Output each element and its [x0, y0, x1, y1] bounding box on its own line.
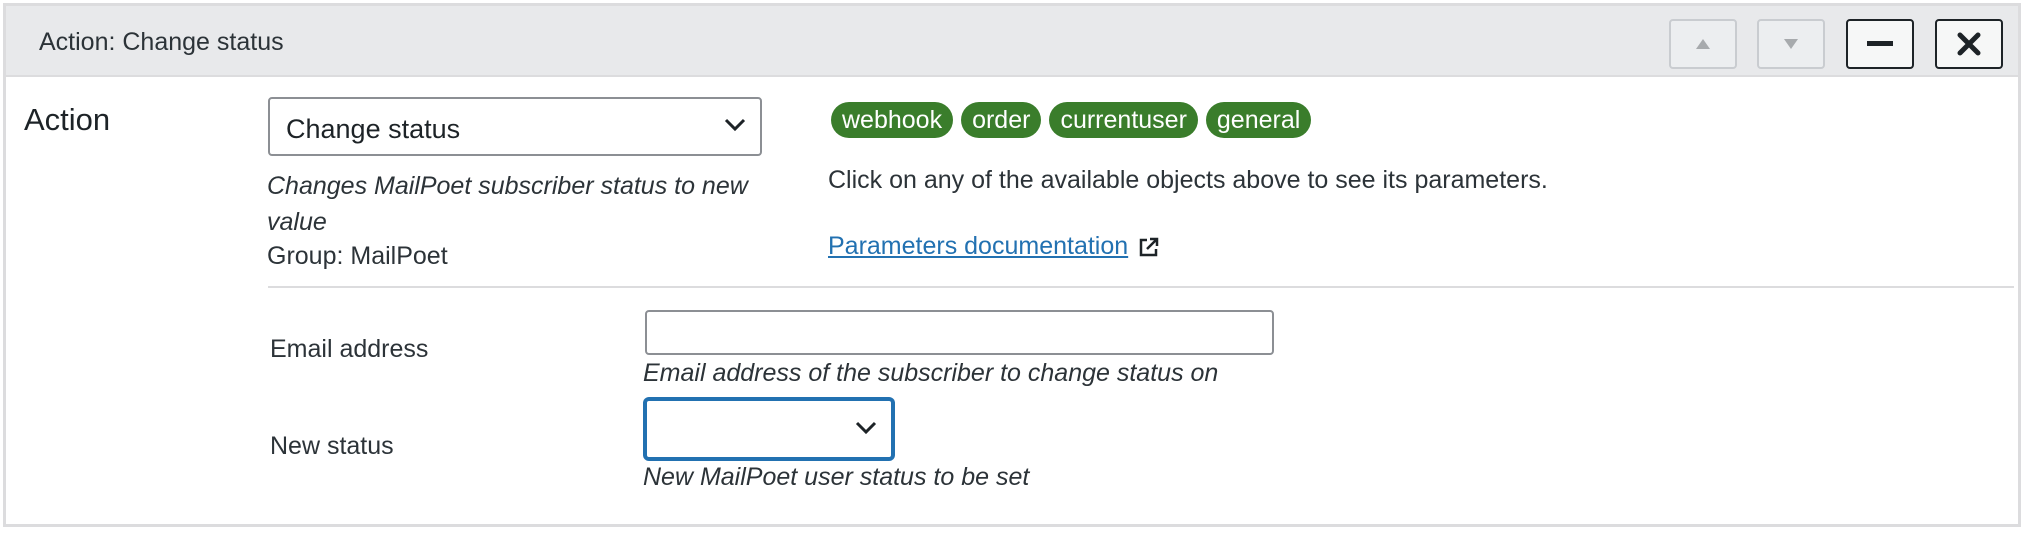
move-up-button[interactable] — [1669, 19, 1737, 69]
action-select-value: Change status — [286, 114, 461, 144]
action-group: Group: MailPoet — [267, 242, 448, 270]
email-field[interactable] — [645, 310, 1274, 355]
action-select[interactable]: Change status — [268, 97, 762, 156]
object-tags: webhook order currentuser general — [831, 102, 1312, 138]
move-down-button[interactable] — [1757, 19, 1825, 69]
external-link-icon — [1139, 237, 1159, 256]
close-icon — [1957, 32, 1981, 56]
divider — [268, 286, 2014, 288]
email-description: Email address of the subscriber to chang… — [643, 359, 1219, 387]
action-label: Action — [24, 102, 111, 137]
collapse-button[interactable] — [1846, 19, 1914, 69]
tag-currentuser[interactable]: currentuser — [1049, 102, 1198, 138]
panel-title: Action: Change status — [39, 28, 284, 56]
action-panel: Action: Change status Action Change stat… — [3, 3, 2021, 527]
triangle-down-icon — [1784, 39, 1798, 49]
doc-link-label: Parameters documentation — [828, 232, 1129, 260]
panel-header: Action: Change status — [6, 6, 2018, 77]
new-status-description: New MailPoet user status to be set — [643, 463, 1030, 491]
tag-general[interactable]: general — [1205, 102, 1312, 138]
triangle-up-icon — [1696, 39, 1710, 49]
chevron-down-icon — [855, 421, 877, 435]
tag-webhook[interactable]: webhook — [831, 102, 954, 138]
minus-icon — [1867, 41, 1893, 46]
new-status-label: New status — [270, 432, 394, 460]
remove-button[interactable] — [1935, 19, 2003, 69]
new-status-select[interactable] — [644, 398, 894, 460]
objects-hint: Click on any of the available objects ab… — [828, 166, 1548, 194]
tag-order[interactable]: order — [961, 102, 1042, 138]
parameters-documentation-link[interactable]: Parameters documentation — [828, 232, 1160, 261]
chevron-down-icon — [724, 118, 746, 132]
action-description: Changes MailPoet subscriber status to ne… — [267, 172, 748, 236]
email-label: Email address — [270, 335, 429, 363]
